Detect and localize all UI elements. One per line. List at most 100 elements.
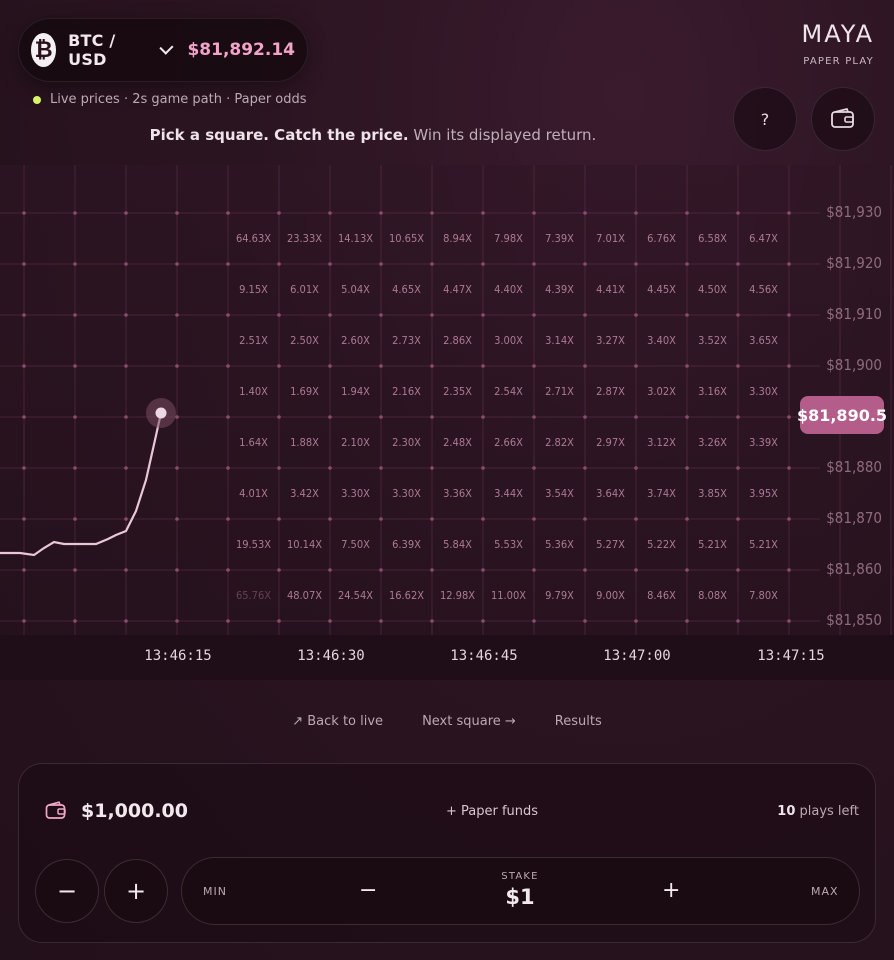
- next-square-link[interactable]: Next square →: [422, 714, 516, 729]
- multiplier-cell[interactable]: 5.21X: [687, 519, 738, 570]
- multiplier-cell[interactable]: 1.94X: [330, 366, 381, 417]
- multiplier-cell[interactable]: 7.98X: [483, 213, 534, 264]
- multiplier-cell[interactable]: 11.00X: [483, 570, 534, 621]
- multiplier-cell[interactable]: 1.64X: [228, 417, 279, 468]
- multiplier-cell[interactable]: 5.84X: [432, 519, 483, 570]
- stake-increase-button[interactable]: +: [662, 878, 680, 903]
- multiplier-cell[interactable]: 3.36X: [432, 468, 483, 519]
- multiplier-cell[interactable]: 4.65X: [381, 264, 432, 315]
- multiplier-cell[interactable]: 2.50X: [279, 315, 330, 366]
- multiplier-cell[interactable]: 8.08X: [687, 570, 738, 621]
- multiplier-cell[interactable]: 7.80X: [738, 570, 789, 621]
- multiplier-cell[interactable]: 2.60X: [330, 315, 381, 366]
- multiplier-cell[interactable]: 3.26X: [687, 417, 738, 468]
- multiplier-cell[interactable]: 2.48X: [432, 417, 483, 468]
- multiplier-cell[interactable]: 5.27X: [585, 519, 636, 570]
- wallet-button[interactable]: [811, 87, 875, 151]
- multiplier-cell[interactable]: 3.12X: [636, 417, 687, 468]
- multiplier-cell[interactable]: 5.22X: [636, 519, 687, 570]
- multiplier-cell[interactable]: 4.47X: [432, 264, 483, 315]
- multiplier-cell[interactable]: 4.45X: [636, 264, 687, 315]
- multiplier-cell[interactable]: 3.85X: [687, 468, 738, 519]
- price-chart[interactable]: 64.63X 23.33X 14.13X 10.65X 8.94X 7.98X 7.39X 7…: [0, 165, 894, 680]
- multiplier-cell[interactable]: 12.98X: [432, 570, 483, 621]
- multiplier-cell[interactable]: 3.00X: [483, 315, 534, 366]
- multiplier-cell[interactable]: 9.15X: [228, 264, 279, 315]
- multiplier-cell[interactable]: 2.30X: [381, 417, 432, 468]
- multiplier-cell[interactable]: 4.41X: [585, 264, 636, 315]
- multiplier-cell[interactable]: 3.74X: [636, 468, 687, 519]
- multiplier-cell[interactable]: 8.94X: [432, 213, 483, 264]
- multiplier-cell[interactable]: 2.71X: [534, 366, 585, 417]
- multiplier-cell[interactable]: 3.52X: [687, 315, 738, 366]
- multiplier-cell[interactable]: 16.62X: [381, 570, 432, 621]
- multiplier-cell[interactable]: 2.97X: [585, 417, 636, 468]
- results-link[interactable]: Results: [555, 714, 602, 729]
- multiplier-cell[interactable]: 48.07X: [279, 570, 330, 621]
- multiplier-cell[interactable]: 4.39X: [534, 264, 585, 315]
- decrease-button[interactable]: −: [35, 859, 99, 923]
- multiplier-cell[interactable]: 2.51X: [228, 315, 279, 366]
- multiplier-cell[interactable]: 9.00X: [585, 570, 636, 621]
- multiplier-cell[interactable]: 7.50X: [330, 519, 381, 570]
- multiplier-cell[interactable]: 6.01X: [279, 264, 330, 315]
- multiplier-cell[interactable]: 9.79X: [534, 570, 585, 621]
- multiplier-cell[interactable]: 3.40X: [636, 315, 687, 366]
- multiplier-cell[interactable]: 2.82X: [534, 417, 585, 468]
- multiplier-cell[interactable]: 2.10X: [330, 417, 381, 468]
- stake-decrease-button[interactable]: −: [359, 878, 377, 903]
- multiplier-cell[interactable]: 3.16X: [687, 366, 738, 417]
- multiplier-cell[interactable]: 10.14X: [279, 519, 330, 570]
- asset-selector[interactable]: ₿ BTC / USD $81,892.14: [18, 18, 308, 82]
- multiplier-cell[interactable]: 2.86X: [432, 315, 483, 366]
- multiplier-cell[interactable]: 24.54X: [330, 570, 381, 621]
- paper-funds-button[interactable]: + Paper funds: [446, 804, 538, 819]
- multiplier-cell[interactable]: 65.76X: [228, 570, 279, 621]
- multiplier-cell[interactable]: 3.30X: [738, 366, 789, 417]
- multiplier-cell[interactable]: 3.39X: [738, 417, 789, 468]
- multiplier-cell[interactable]: 6.39X: [381, 519, 432, 570]
- multiplier-cell[interactable]: 5.21X: [738, 519, 789, 570]
- back-to-live-link[interactable]: ↗ Back to live: [292, 714, 383, 729]
- multiplier-cell[interactable]: 3.30X: [381, 468, 432, 519]
- multiplier-cell[interactable]: 19.53X: [228, 519, 279, 570]
- multiplier-cell[interactable]: 3.65X: [738, 315, 789, 366]
- multiplier-cell[interactable]: 3.42X: [279, 468, 330, 519]
- multiplier-cell[interactable]: 6.58X: [687, 213, 738, 264]
- multiplier-cell[interactable]: 2.35X: [432, 366, 483, 417]
- multiplier-cell[interactable]: 4.01X: [228, 468, 279, 519]
- multiplier-cell[interactable]: 1.88X: [279, 417, 330, 468]
- multiplier-cell[interactable]: 3.02X: [636, 366, 687, 417]
- multiplier-cell[interactable]: 3.95X: [738, 468, 789, 519]
- multiplier-cell[interactable]: 2.16X: [381, 366, 432, 417]
- multiplier-cell[interactable]: 4.40X: [483, 264, 534, 315]
- multiplier-cell[interactable]: 7.39X: [534, 213, 585, 264]
- multiplier-cell[interactable]: 1.69X: [279, 366, 330, 417]
- min-stake-button[interactable]: MIN: [203, 885, 227, 898]
- multiplier-cell[interactable]: 4.56X: [738, 264, 789, 315]
- multiplier-cell[interactable]: 10.65X: [381, 213, 432, 264]
- multiplier-cell[interactable]: 5.04X: [330, 264, 381, 315]
- multiplier-cell[interactable]: 8.46X: [636, 570, 687, 621]
- multiplier-cell[interactable]: 4.50X: [687, 264, 738, 315]
- multiplier-cell[interactable]: 3.44X: [483, 468, 534, 519]
- multiplier-cell[interactable]: 5.36X: [534, 519, 585, 570]
- multiplier-cell[interactable]: 2.73X: [381, 315, 432, 366]
- multiplier-cell[interactable]: 7.01X: [585, 213, 636, 264]
- multiplier-cell[interactable]: 6.76X: [636, 213, 687, 264]
- multiplier-cell[interactable]: 14.13X: [330, 213, 381, 264]
- increase-button[interactable]: +: [104, 859, 168, 923]
- multiplier-cell[interactable]: 6.47X: [738, 213, 789, 264]
- multiplier-cell[interactable]: 2.54X: [483, 366, 534, 417]
- multiplier-cell[interactable]: 3.54X: [534, 468, 585, 519]
- multiplier-cell[interactable]: 2.87X: [585, 366, 636, 417]
- multiplier-cell[interactable]: 5.53X: [483, 519, 534, 570]
- max-stake-button[interactable]: MAX: [811, 885, 839, 898]
- multiplier-cell[interactable]: 3.14X: [534, 315, 585, 366]
- multiplier-cell[interactable]: 64.63X: [228, 213, 279, 264]
- multiplier-cell[interactable]: 1.40X: [228, 366, 279, 417]
- multiplier-cell[interactable]: 2.66X: [483, 417, 534, 468]
- multiplier-cell[interactable]: 3.64X: [585, 468, 636, 519]
- multiplier-cell[interactable]: 3.27X: [585, 315, 636, 366]
- multiplier-cell[interactable]: 3.30X: [330, 468, 381, 519]
